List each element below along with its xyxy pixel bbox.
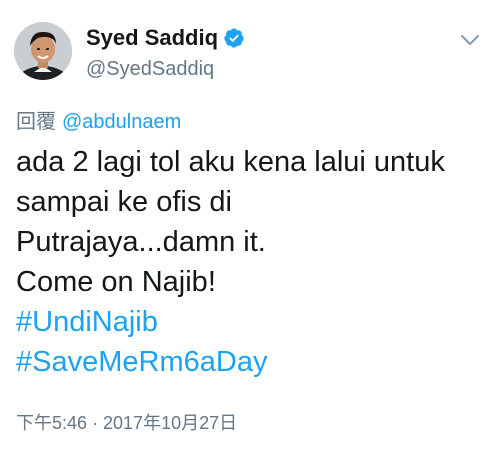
hashtag-link[interactable]: #SaveMeRm6aDay	[16, 342, 486, 382]
tweet-card: Syed Saddiq @SyedSaddiq 回覆 @abdulnaem ada…	[0, 0, 500, 455]
author-name-row[interactable]: Syed Saddiq	[86, 24, 245, 52]
tweet-line: ada 2 lagi tol aku kena lalui untuk	[16, 146, 445, 178]
profile-photo-icon	[14, 22, 72, 80]
replying-to: 回覆 @abdulnaem	[16, 110, 181, 134]
tweet-line: Putrajaya...damn it.	[16, 226, 266, 258]
hashtag-link[interactable]: #UndiNajib	[16, 302, 486, 342]
reply-mention-link[interactable]: @abdulnaem	[62, 111, 181, 133]
chevron-down-icon[interactable]	[458, 28, 482, 52]
author-handle[interactable]: @SyedSaddiq	[86, 57, 214, 81]
tweet-line: Come on Najib!	[16, 266, 216, 298]
tweet-text: ada 2 lagi tol aku kena lalui untuk samp…	[16, 142, 486, 382]
display-name[interactable]: Syed Saddiq	[86, 24, 218, 52]
tweet-line: sampai ke ofis di	[16, 186, 232, 218]
avatar[interactable]	[14, 22, 72, 80]
reply-prefix: 回覆	[16, 111, 56, 133]
verified-badge-icon	[223, 27, 245, 49]
tweet-timestamp[interactable]: 下午5:46 · 2017年10月27日	[16, 411, 237, 435]
